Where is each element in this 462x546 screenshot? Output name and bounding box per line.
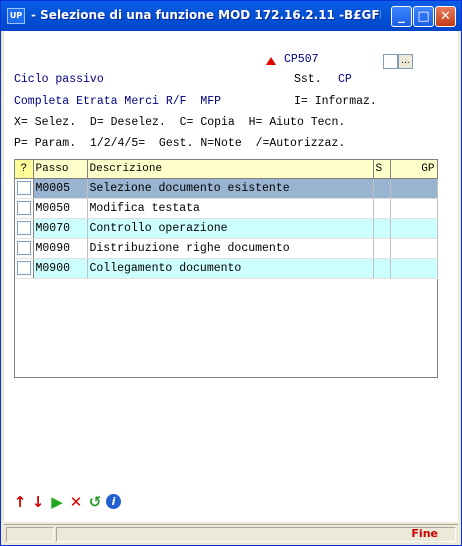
status-bar: Fine xyxy=(4,524,458,544)
passo-cell: M0900 xyxy=(33,258,88,279)
table-row[interactable]: M0070 Controllo operazione xyxy=(15,218,438,239)
row-checkbox-cell[interactable] xyxy=(15,198,34,219)
browse-button[interactable]: ... xyxy=(398,54,413,69)
descrizione-cell: Collegamento documento xyxy=(87,258,374,279)
passo-cell: M0005 xyxy=(33,178,88,199)
column-header-select[interactable]: ? xyxy=(15,160,34,179)
gp-cell xyxy=(390,218,438,239)
gp-cell xyxy=(390,238,438,259)
s-cell xyxy=(373,258,391,279)
descrizione-cell: Distribuzione righe documento xyxy=(87,238,374,259)
run-icon[interactable]: ▶ xyxy=(49,493,65,511)
steps-table: ? Passo Descrizione S GP M0005 Selezione… xyxy=(15,160,438,279)
row-checkbox[interactable] xyxy=(16,201,31,216)
row-checkbox[interactable] xyxy=(16,181,31,196)
delete-icon[interactable]: ✕ xyxy=(68,493,84,511)
gp-cell xyxy=(390,178,438,199)
row-checkbox-cell[interactable] xyxy=(15,258,34,279)
maximize-icon: □ xyxy=(417,9,430,24)
table-row[interactable]: M0050 Modifica testata xyxy=(15,198,438,219)
steps-grid[interactable]: ? Passo Descrizione S GP M0005 Selezione… xyxy=(14,159,438,378)
command-legend-1: X= Selez. D= Deselez. C= Copia H= Aiuto … xyxy=(14,116,346,129)
status-cell xyxy=(56,527,456,542)
application-window: UP - Selezione di una funzione MOD 172.1… xyxy=(0,0,462,546)
close-button[interactable]: ✕ xyxy=(435,6,456,27)
move-up-icon[interactable]: ↑ xyxy=(12,493,28,511)
row-checkbox-cell[interactable] xyxy=(15,218,34,239)
descrizione-cell: Modifica testata xyxy=(87,198,374,219)
passo-cell: M0090 xyxy=(33,238,88,259)
row-checkbox-cell[interactable] xyxy=(15,238,34,259)
column-header-descrizione[interactable]: Descrizione xyxy=(87,160,374,179)
warning-triangle-icon xyxy=(266,57,276,65)
main-content: CP507 ... Ciclo passivo Sst. CP Completa… xyxy=(4,31,458,522)
gp-cell xyxy=(390,258,438,279)
module-label: Ciclo passivo xyxy=(14,73,104,86)
descrizione-cell: Controllo operazione xyxy=(87,218,374,239)
column-header-gp[interactable]: GP xyxy=(390,160,438,179)
function-code: CP507 xyxy=(284,53,319,66)
title-bar[interactable]: UP - Selezione di una funzione MOD 172.1… xyxy=(1,1,461,31)
row-checkbox[interactable] xyxy=(16,221,31,236)
command-legend-2: P= Param. 1/2/4/5= Gest. N=Note /=Autori… xyxy=(14,137,346,150)
minimize-icon: _ xyxy=(398,9,405,24)
app-icon: UP xyxy=(7,8,25,24)
s-cell xyxy=(373,238,391,259)
passo-cell: M0070 xyxy=(33,218,88,239)
row-checkbox-cell[interactable] xyxy=(15,178,34,199)
info-icon[interactable]: i xyxy=(106,494,121,509)
s-cell xyxy=(373,218,391,239)
close-icon: ✕ xyxy=(440,9,451,24)
column-header-passo[interactable]: Passo xyxy=(33,160,88,179)
table-row[interactable]: M0005 Selezione documento esistente xyxy=(15,178,438,199)
info-hint: I= Informaz. xyxy=(294,95,377,108)
move-down-icon[interactable]: ↓ xyxy=(30,493,46,511)
function-description: Completa Etrata Merci R/F MFP xyxy=(14,95,222,108)
column-header-s[interactable]: S xyxy=(373,160,391,179)
descrizione-cell: Selezione documento esistente xyxy=(87,178,374,199)
status-cell xyxy=(6,527,54,542)
row-checkbox[interactable] xyxy=(16,261,31,276)
minimize-button[interactable]: _ xyxy=(391,6,412,27)
window-title: - Selezione di una funzione MOD 172.16.2… xyxy=(31,8,381,22)
refresh-icon[interactable]: ↺ xyxy=(87,493,103,511)
table-header-row: ? Passo Descrizione S GP xyxy=(15,160,438,179)
status-fine: Fine xyxy=(411,527,438,540)
s-cell xyxy=(373,178,391,199)
passo-cell: M0050 xyxy=(33,198,88,219)
subsystem-label: Sst. xyxy=(294,73,322,86)
s-cell xyxy=(373,198,391,219)
table-row[interactable]: M0900 Collegamento documento xyxy=(15,258,438,279)
subsystem-value: CP xyxy=(338,73,352,86)
table-row[interactable]: M0090 Distribuzione righe documento xyxy=(15,238,438,259)
maximize-button[interactable]: □ xyxy=(413,6,434,27)
gp-cell xyxy=(390,198,438,219)
option-checkbox[interactable] xyxy=(383,54,398,69)
row-checkbox[interactable] xyxy=(16,241,31,256)
